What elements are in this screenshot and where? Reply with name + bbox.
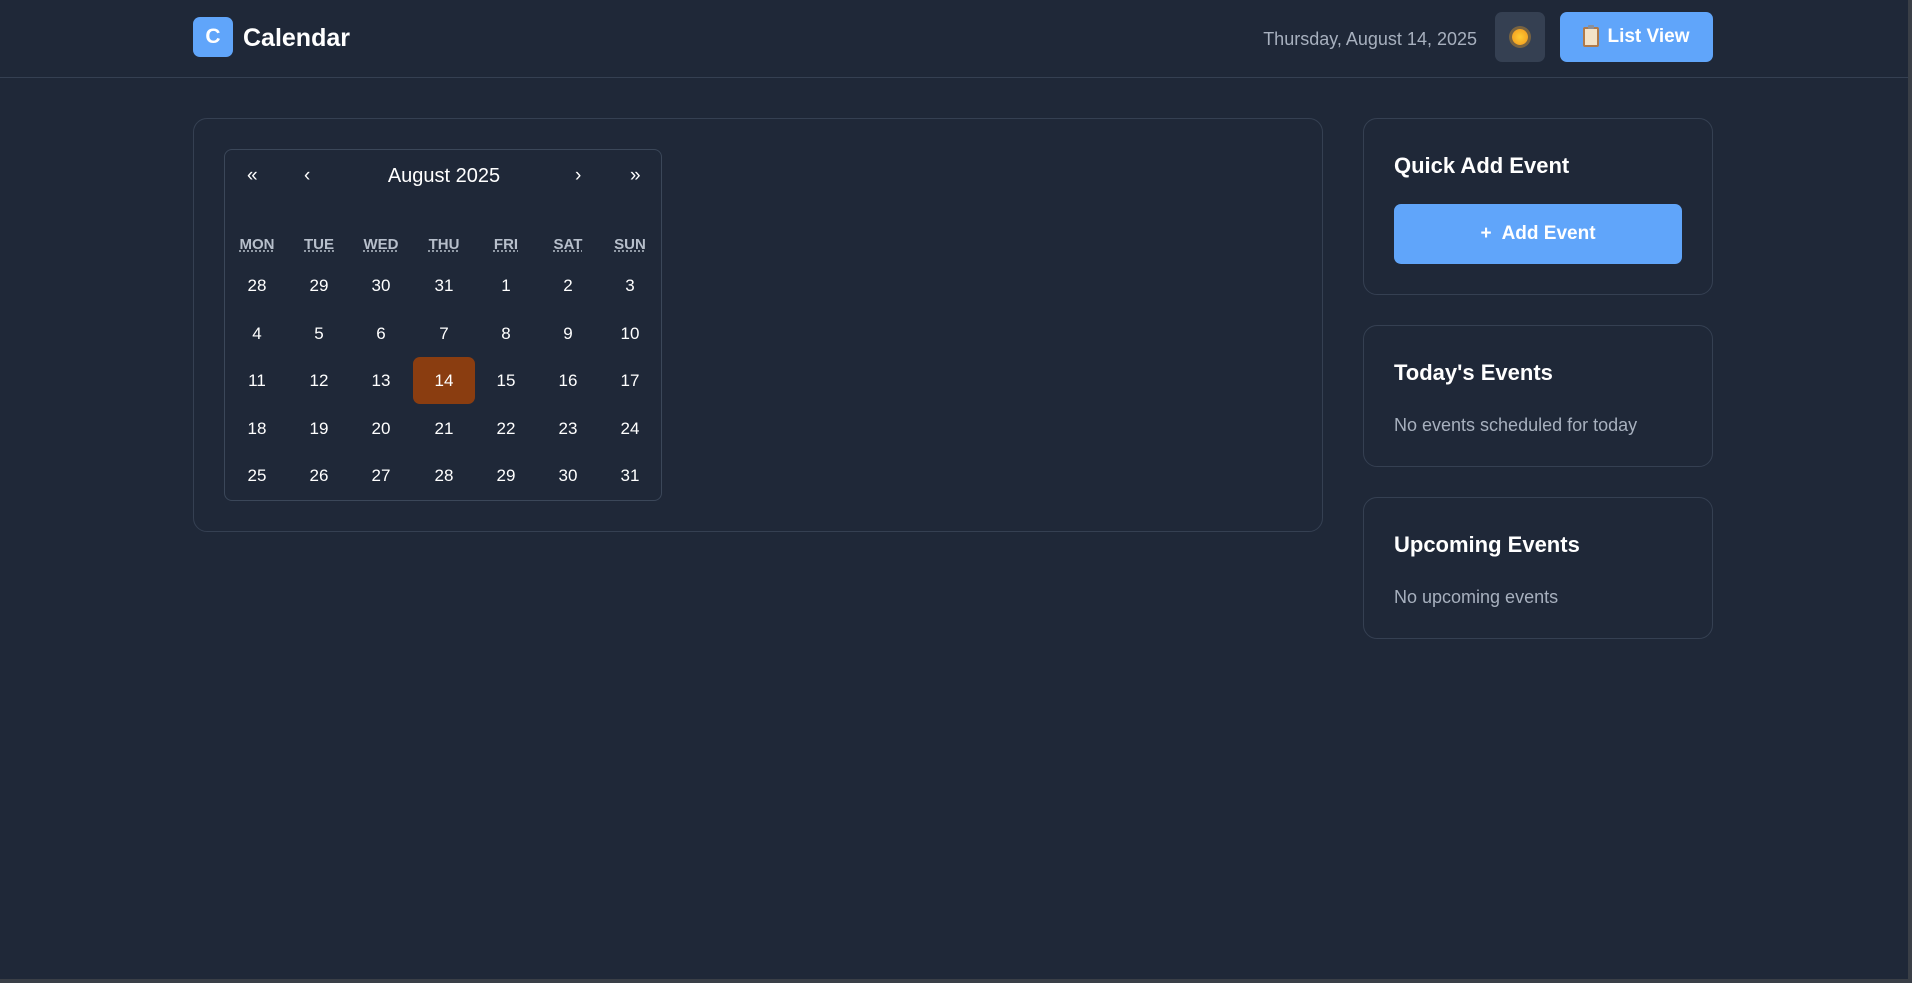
logo-icon: C xyxy=(193,17,233,57)
month-calendar: « ‹ August 2025 › » MON TUE WED THU FRI … xyxy=(224,149,662,501)
app-window: C Calendar Thursday, August 14, 2025 Lis… xyxy=(0,0,1912,983)
day-cell[interactable]: 11 xyxy=(226,357,288,404)
theme-toggle-button[interactable] xyxy=(1495,12,1545,62)
day-cell[interactable]: 22 xyxy=(475,405,537,452)
day-cell[interactable]: 26 xyxy=(288,452,350,499)
todays-events-empty: No events scheduled for today xyxy=(1394,415,1638,435)
day-cell[interactable]: 18 xyxy=(226,405,288,452)
day-cell[interactable]: 31 xyxy=(599,452,661,499)
day-cell[interactable]: 17 xyxy=(599,357,661,404)
current-date: Thursday, August 14, 2025 xyxy=(1263,29,1477,49)
day-cell[interactable]: 27 xyxy=(350,452,412,499)
quick-add-title: Quick Add Event xyxy=(1394,153,1570,178)
list-view-button[interactable]: List View xyxy=(1560,12,1713,62)
weekday-header: FRI xyxy=(493,236,519,253)
day-cell[interactable]: 16 xyxy=(537,357,599,404)
day-cell[interactable]: 3 xyxy=(599,262,661,309)
day-cell[interactable]: 28 xyxy=(226,262,288,309)
clipboard-icon xyxy=(1583,25,1600,47)
day-cell[interactable]: 6 xyxy=(350,310,412,357)
day-cell[interactable]: 2 xyxy=(537,262,599,309)
day-cell[interactable]: 8 xyxy=(475,310,537,357)
list-view-label: List View xyxy=(1607,26,1690,47)
day-cell[interactable]: 10 xyxy=(599,310,661,357)
day-cell[interactable]: 25 xyxy=(226,452,288,499)
day-cell[interactable]: 30 xyxy=(537,452,599,499)
day-cell[interactable]: 19 xyxy=(288,405,350,452)
day-cell[interactable]: 29 xyxy=(288,262,350,309)
day-cell[interactable]: 21 xyxy=(413,405,475,452)
todays-events-title: Today's Events xyxy=(1394,360,1553,385)
day-cell[interactable]: 28 xyxy=(413,452,475,499)
day-cell[interactable]: 24 xyxy=(599,405,661,452)
plus-icon: + xyxy=(1480,223,1492,244)
day-cell[interactable]: 5 xyxy=(288,310,350,357)
upcoming-events-card: Upcoming Events No upcoming events xyxy=(1363,497,1713,639)
day-cell[interactable]: 23 xyxy=(537,405,599,452)
sun-icon xyxy=(1512,29,1528,45)
weekday-header: SAT xyxy=(553,236,583,253)
day-cell[interactable]: 4 xyxy=(226,310,288,357)
add-event-button[interactable]: + Add Event xyxy=(1394,204,1682,264)
next-month-button[interactable]: › xyxy=(575,164,581,188)
day-cell[interactable]: 12 xyxy=(288,357,350,404)
add-event-label: Add Event xyxy=(1501,223,1596,244)
weekday-header: WED xyxy=(363,236,399,253)
day-cell[interactable]: 1 xyxy=(475,262,537,309)
weekday-header: MON xyxy=(239,236,275,253)
upcoming-events-empty: No upcoming events xyxy=(1394,587,1559,607)
upcoming-events-title: Upcoming Events xyxy=(1394,532,1580,557)
month-title[interactable]: August 2025 xyxy=(225,164,663,188)
app-title: Calendar xyxy=(243,24,350,52)
top-header: C Calendar Thursday, August 14, 2025 Lis… xyxy=(0,0,1908,78)
next-year-button[interactable]: » xyxy=(630,164,641,188)
calendar-card: « ‹ August 2025 › » MON TUE WED THU FRI … xyxy=(193,118,1323,532)
day-cell[interactable]: 9 xyxy=(537,310,599,357)
day-cell[interactable]: 30 xyxy=(350,262,412,309)
day-cell[interactable]: 15 xyxy=(475,357,537,404)
day-cell[interactable]: 13 xyxy=(350,357,412,404)
weekday-header: TUE xyxy=(304,236,334,253)
quick-add-card: Quick Add Event + Add Event xyxy=(1363,118,1713,295)
weekday-header: SUN xyxy=(614,236,646,253)
day-cell[interactable]: 31 xyxy=(413,262,475,309)
weekday-header: THU xyxy=(428,236,460,253)
day-cell[interactable]: 7 xyxy=(413,310,475,357)
day-cell[interactable]: 29 xyxy=(475,452,537,499)
day-cell[interactable]: 20 xyxy=(350,405,412,452)
day-cell-today[interactable]: 14 xyxy=(413,357,475,404)
todays-events-card: Today's Events No events scheduled for t… xyxy=(1363,325,1713,467)
